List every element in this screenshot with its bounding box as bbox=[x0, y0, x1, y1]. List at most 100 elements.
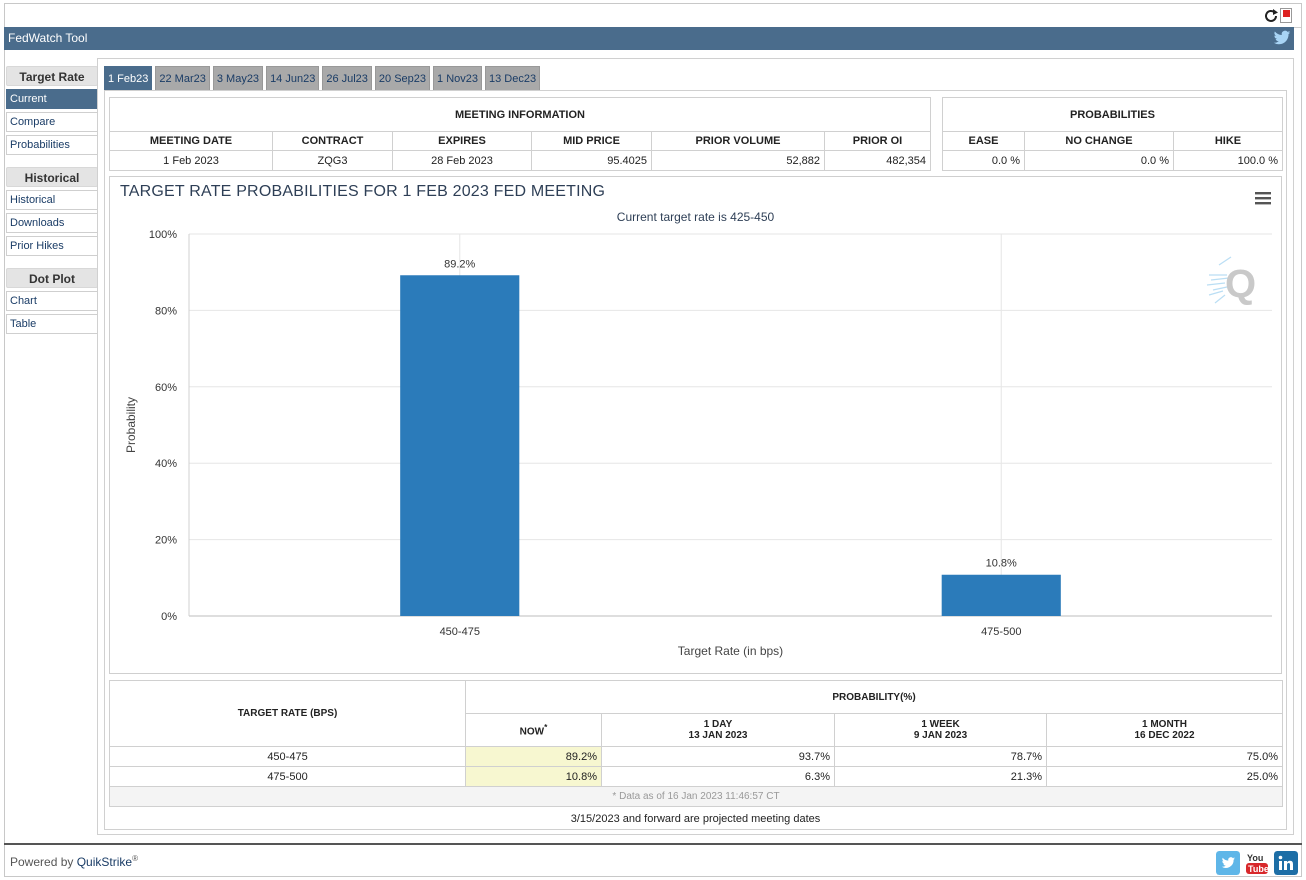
tab-26-jul23[interactable]: 26 Jul23 bbox=[322, 66, 372, 90]
col-now-label: NOW bbox=[519, 726, 545, 738]
refresh-icon[interactable] bbox=[1263, 8, 1279, 24]
linkedin-icon[interactable] bbox=[1274, 851, 1298, 875]
prior-volume-value: 52,882 bbox=[651, 150, 825, 171]
col-mid-price: MID PRICE bbox=[531, 131, 652, 151]
sidebar-item-probabilities[interactable]: Probabilities bbox=[6, 135, 98, 155]
chart-container: 0% 20% 40% 60% 80% 100% 89.2% 450-475 10.8% 475-5… bbox=[109, 176, 1282, 674]
sidebar-item-chart[interactable]: Chart bbox=[6, 291, 98, 311]
powered-by: Powered by QuikStrike® bbox=[10, 854, 138, 869]
sidebar-item-downloads[interactable]: Downloads bbox=[6, 213, 98, 233]
bar-data-label: 10.8% bbox=[986, 558, 1017, 570]
probability-chart: 0% 20% 40% 60% 80% 100% 89.2% 450-475 10.8% 475-5… bbox=[124, 229, 1272, 658]
col-1-month-date: 16 DEC 2022 bbox=[1134, 730, 1195, 741]
tab-13-dec23[interactable]: 13 Dec23 bbox=[485, 66, 541, 90]
main-content: 1 Feb23 22 Mar23 3 May23 14 Jun23 26 Jul… bbox=[97, 58, 1294, 835]
table-row: 450-475 89.2% 93.7% 78.7% 75.0% bbox=[109, 746, 1283, 767]
app-title: FedWatch Tool bbox=[8, 31, 88, 45]
sidebar-item-historical[interactable]: Historical bbox=[6, 190, 98, 210]
contract-value: ZQG3 bbox=[272, 150, 393, 171]
sidebar: Target Rate Current Compare Probabilitie… bbox=[6, 66, 98, 337]
svg-text:Q: Q bbox=[1225, 262, 1256, 306]
y-axis-title: Probability bbox=[124, 397, 138, 453]
y-tick-label: 100% bbox=[149, 229, 177, 241]
col-1-day: 1 DAY 13 JAN 2023 bbox=[601, 713, 835, 747]
probabilities-title: PROBABILITIES bbox=[942, 97, 1283, 132]
svg-text:Tube: Tube bbox=[1248, 864, 1269, 874]
one-day-cell: 93.7% bbox=[601, 746, 835, 767]
one-week-cell: 78.7% bbox=[834, 746, 1047, 767]
col-prior-oi: PRIOR OI bbox=[824, 131, 931, 151]
tab-1-feb23[interactable]: 1 Feb23 bbox=[104, 66, 153, 90]
tab-panel: MEETING INFORMATION MEETING DATE CONTRAC… bbox=[104, 90, 1287, 830]
one-week-cell: 21.3% bbox=[834, 766, 1047, 787]
top-toolbar bbox=[5, 4, 1301, 28]
y-tick-label: 0% bbox=[161, 611, 177, 623]
data-timestamp-footnote: * Data as of 16 Jan 2023 11:46:57 CT bbox=[109, 786, 1283, 807]
y-tick-label: 60% bbox=[155, 382, 177, 394]
sidebar-group-target-rate: Target Rate bbox=[6, 66, 98, 86]
col-now: NOW* bbox=[465, 713, 602, 747]
col-target-rate-bps: TARGET RATE (BPS) bbox=[109, 680, 466, 747]
meeting-tabs: 1 Feb23 22 Mar23 3 May23 14 Jun23 26 Jul… bbox=[104, 66, 543, 90]
bar bbox=[941, 574, 1061, 616]
sidebar-group-historical: Historical bbox=[6, 167, 98, 187]
col-probability-group: PROBABILITY(%) bbox=[465, 680, 1283, 714]
probability-detail-table: TARGET RATE (BPS) PROBABILITY(%) NOW* 1 … bbox=[109, 680, 1283, 807]
y-tick-label: 80% bbox=[155, 305, 177, 317]
probabilities-table: PROBABILITIES EASE NO CHANGE HIKE 0.0 % … bbox=[942, 97, 1283, 171]
one-month-cell: 75.0% bbox=[1046, 746, 1283, 767]
meeting-info-table: MEETING INFORMATION MEETING DATE CONTRAC… bbox=[109, 97, 931, 171]
sidebar-group-dot-plot: Dot Plot bbox=[6, 268, 98, 288]
registered-mark: ® bbox=[132, 854, 138, 863]
bar-data-label: 89.2% bbox=[444, 258, 475, 270]
col-1-week-date: 9 JAN 2023 bbox=[913, 730, 968, 741]
tab-3-may23[interactable]: 3 May23 bbox=[212, 66, 264, 90]
chart-subtitle: Current target rate is 425-450 bbox=[616, 210, 775, 224]
one-day-cell: 6.3% bbox=[601, 766, 835, 787]
col-ease: EASE bbox=[942, 131, 1025, 151]
twitter-icon[interactable] bbox=[1273, 30, 1291, 46]
x-axis-title: Target Rate (in bps) bbox=[678, 644, 783, 658]
chart-menu-icon[interactable] bbox=[1255, 191, 1271, 205]
one-month-cell: 25.0% bbox=[1046, 766, 1283, 787]
no-change-value: 0.0 % bbox=[1024, 150, 1174, 171]
quikstrike-q-logo: Q bbox=[1206, 256, 1256, 306]
pdf-icon[interactable] bbox=[1280, 8, 1292, 23]
svg-text:You: You bbox=[1247, 853, 1263, 863]
col-1-week-label: 1 WEEK bbox=[921, 719, 960, 730]
quikstrike-link[interactable]: QuikStrike bbox=[77, 855, 132, 869]
now-cell: 89.2% bbox=[465, 746, 602, 767]
x-tick-label: 475-500 bbox=[981, 626, 1021, 638]
sidebar-item-table[interactable]: Table bbox=[6, 314, 98, 334]
projected-dates-note: 3/15/2023 and forward are projected meet… bbox=[570, 813, 821, 825]
col-meeting-date: MEETING DATE bbox=[109, 131, 273, 151]
col-contract: CONTRACT bbox=[272, 131, 393, 151]
col-1-month-label: 1 MONTH bbox=[1142, 719, 1187, 730]
rate-cell: 450-475 bbox=[109, 746, 466, 767]
prior-oi-value: 482,354 bbox=[824, 150, 931, 171]
social-links: You Tube bbox=[1216, 851, 1298, 875]
y-tick-label: 40% bbox=[155, 458, 177, 470]
y-tick-label: 20% bbox=[155, 535, 177, 547]
expires-value: 28 Feb 2023 bbox=[392, 150, 532, 171]
youtube-icon[interactable]: You Tube bbox=[1245, 851, 1269, 875]
col-no-change: NO CHANGE bbox=[1024, 131, 1174, 151]
table-row: 475-500 10.8% 6.3% 21.3% 25.0% bbox=[109, 766, 1283, 787]
meeting-info-title: MEETING INFORMATION bbox=[109, 97, 931, 132]
tab-22-mar23[interactable]: 22 Mar23 bbox=[155, 66, 210, 90]
sidebar-item-current[interactable]: Current bbox=[6, 89, 98, 109]
bar bbox=[400, 275, 520, 616]
col-expires: EXPIRES bbox=[392, 131, 532, 151]
now-cell: 10.8% bbox=[465, 766, 602, 787]
tab-1-nov23[interactable]: 1 Nov23 bbox=[433, 66, 483, 90]
tab-20-sep23[interactable]: 20 Sep23 bbox=[374, 66, 431, 90]
col-1-month: 1 MONTH 16 DEC 2022 bbox=[1046, 713, 1283, 747]
header-bar: FedWatch Tool bbox=[4, 27, 1294, 50]
tab-14-jun23[interactable]: 14 Jun23 bbox=[266, 66, 320, 90]
twitter-social-icon[interactable] bbox=[1216, 851, 1240, 875]
hike-value: 100.0 % bbox=[1173, 150, 1283, 171]
rate-cell: 475-500 bbox=[109, 766, 466, 787]
sidebar-item-compare[interactable]: Compare bbox=[6, 112, 98, 132]
sidebar-item-prior-hikes[interactable]: Prior Hikes bbox=[6, 236, 98, 256]
col-1-day-date: 13 JAN 2023 bbox=[688, 730, 748, 741]
